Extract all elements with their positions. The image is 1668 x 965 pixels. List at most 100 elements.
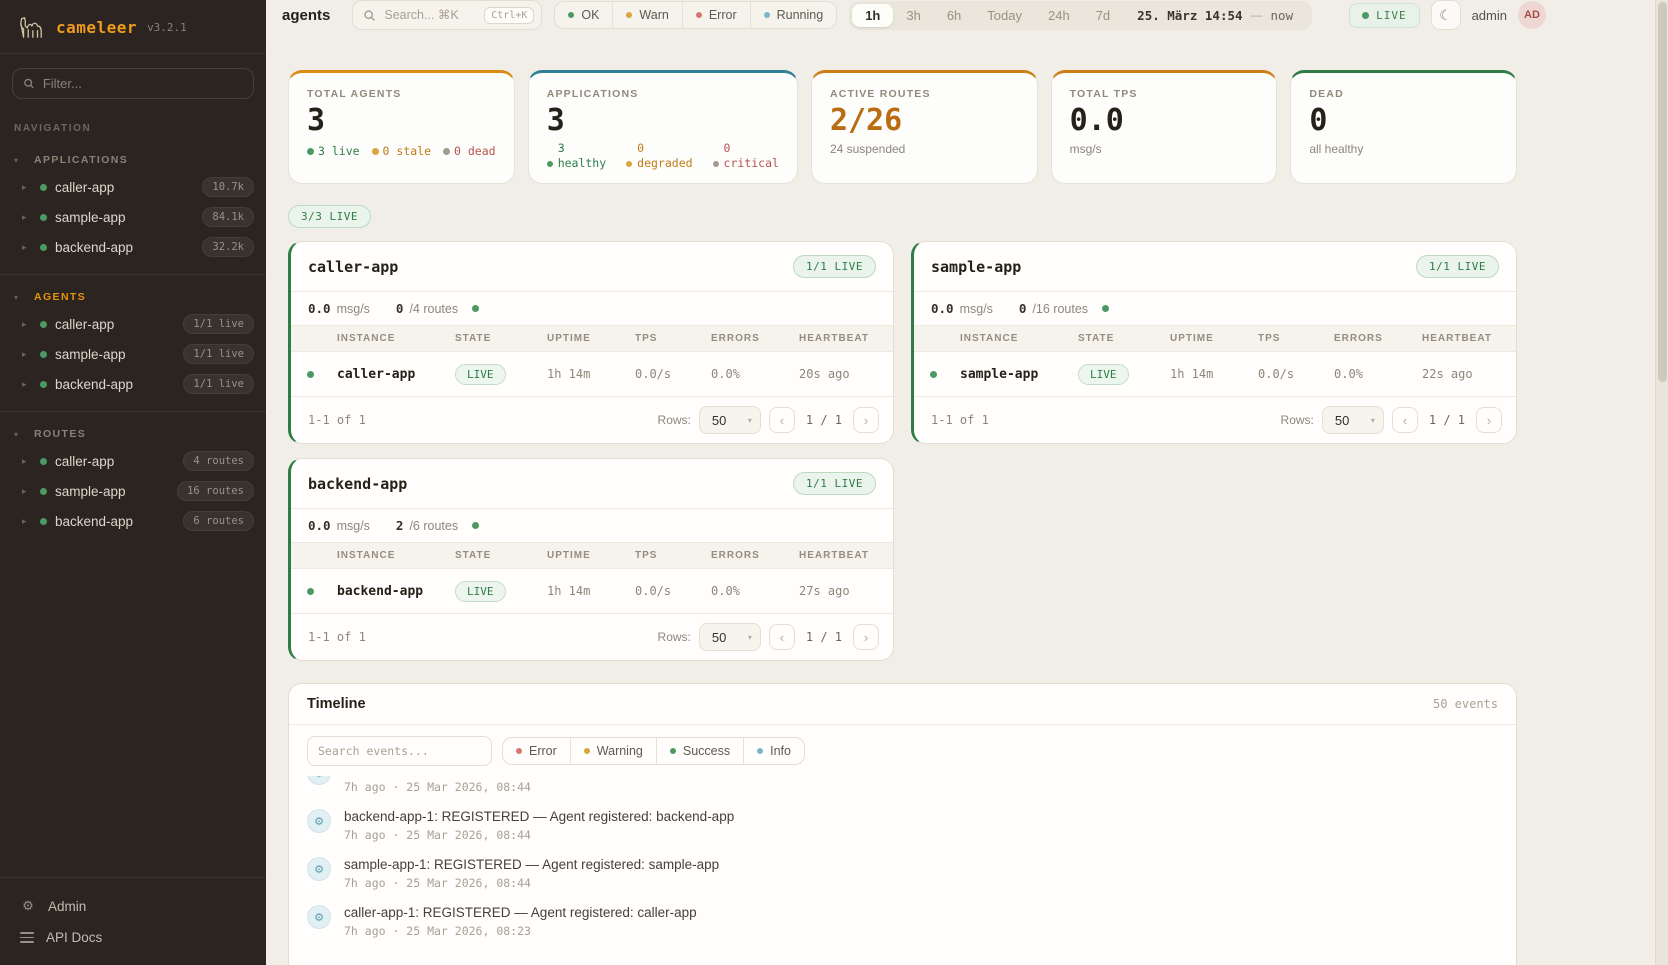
chevron-right-icon: ▸ (22, 319, 32, 330)
global-search[interactable]: Ctrl+K (352, 0, 542, 30)
app-stats: 0.0 msg/s 2 /6 routes (291, 508, 893, 542)
degraded-count: 0 (637, 141, 692, 156)
range-24h[interactable]: 24h (1035, 4, 1083, 27)
table-header: INSTANCE STATE UPTIME TPS ERRORS HEARTBE… (291, 325, 893, 352)
filter-error[interactable]: Error (503, 738, 570, 764)
sidebar-item-agent-backend[interactable]: ▸ backend-app 1/1 live (0, 369, 266, 399)
live-status-badge: LIVE (1349, 3, 1420, 28)
table-row[interactable]: sample-app LIVE 1h 14m 0.0/s 0.0% 22s ag… (914, 352, 1516, 396)
table-row[interactable]: caller-app LIVE 1h 14m 0.0/s 0.0% 20s ag… (291, 352, 893, 396)
tps-value: 0.0/s (1258, 367, 1334, 381)
msg-rate-value: 0.0 (931, 301, 954, 316)
filter-info[interactable]: Info (743, 738, 804, 764)
item-label: caller-app (55, 454, 175, 469)
sidebar-item-agent-caller[interactable]: ▸ caller-app 1/1 live (0, 309, 266, 339)
range-6h[interactable]: 6h (934, 4, 974, 27)
global-search-input[interactable] (384, 8, 476, 22)
item-label: caller-app (55, 180, 194, 195)
filter-label: Info (770, 744, 791, 758)
status-dot (930, 371, 937, 378)
section-header-agents[interactable]: ▾ AGENTS (0, 285, 266, 309)
card-breakdown: 3healthy 0degraded 0critical (547, 141, 779, 171)
range-3h[interactable]: 3h (893, 4, 933, 27)
scrollbar-thumb[interactable] (1658, 2, 1667, 382)
theme-toggle-button[interactable]: ☾ (1431, 0, 1461, 30)
sidebar-item-app-sample[interactable]: ▸ sample-app 84.1k (0, 202, 266, 232)
sidebar-item-app-caller[interactable]: ▸ caller-app 10.7k (0, 172, 266, 202)
chevron-right-icon: ▸ (22, 456, 32, 467)
event-item[interactable]: ⚙ caller-app-1: REGISTERED — Agent regis… (307, 776, 1498, 794)
table-row[interactable]: backend-app LIVE 1h 14m 0.0/s 0.0% 27s a… (291, 569, 893, 613)
col-errors: ERRORS (711, 550, 799, 561)
sidebar-item-api-docs[interactable]: API Docs (0, 922, 266, 953)
ok-dot (568, 12, 574, 18)
table-header: INSTANCE STATE UPTIME TPS ERRORS HEARTBE… (291, 542, 893, 569)
section-header-routes[interactable]: ▾ ROUTES (0, 422, 266, 446)
next-page-button[interactable]: › (853, 624, 879, 650)
sidebar-item-routes-caller[interactable]: ▸ caller-app 4 routes (0, 446, 266, 476)
filter-warning[interactable]: Warning (570, 738, 656, 764)
sidebar-item-app-backend[interactable]: ▸ backend-app 32.2k (0, 232, 266, 262)
event-item[interactable]: ⚙ sample-app-1: REGISTERED — Agent regis… (307, 857, 1498, 890)
app-logo-text: cameleer (56, 18, 137, 37)
timeline-events[interactable]: ⚙ caller-app-1: REGISTERED — Agent regis… (289, 776, 1516, 965)
sidebar-item-admin[interactable]: ⚙ Admin (0, 890, 266, 922)
range-7d[interactable]: 7d (1083, 4, 1123, 27)
event-item[interactable]: ⚙ caller-app-1: REGISTERED — Agent regis… (307, 905, 1498, 938)
col-uptime: UPTIME (547, 333, 635, 344)
date-range: 25. März 14:54 — now (1137, 8, 1293, 23)
success-dot (670, 748, 676, 754)
routes-used: 0 (1019, 301, 1027, 316)
filter-ok[interactable]: OK (555, 2, 612, 28)
live-dot (307, 148, 314, 155)
rows-per-page-select[interactable]: 50 ▾ (699, 406, 761, 434)
item-badge: 4 routes (183, 451, 254, 471)
card-applications: APPLICATIONS 3 3healthy 0degraded 0criti… (528, 70, 798, 184)
prev-page-button[interactable]: ‹ (769, 407, 795, 433)
chevron-down-icon: ▾ (14, 430, 24, 439)
event-item[interactable]: ⚙ backend-app-1: REGISTERED — Agent regi… (307, 809, 1498, 842)
timeline-search-input[interactable] (307, 736, 492, 766)
col-state: STATE (1078, 333, 1170, 344)
prev-page-button[interactable]: ‹ (1392, 407, 1418, 433)
sidebar-item-routes-sample[interactable]: ▸ sample-app 16 routes (0, 476, 266, 506)
filter-success[interactable]: Success (656, 738, 743, 764)
app-version: v3.2.1 (147, 21, 187, 34)
timeline-title: Timeline (307, 696, 366, 712)
prev-page-button[interactable]: ‹ (769, 624, 795, 650)
sidebar-filter-input[interactable] (43, 76, 243, 91)
range-today[interactable]: Today (974, 4, 1035, 27)
dead-dot (443, 148, 450, 155)
app-live-badge: 1/1 LIVE (793, 255, 876, 278)
status-dot (307, 371, 314, 378)
app-stats: 0.0 msg/s 0 /4 routes (291, 291, 893, 325)
username: admin (1472, 8, 1507, 23)
filter-error[interactable]: Error (682, 2, 750, 28)
app-card-sample: sample-app 1/1 LIVE 0.0 msg/s 0 /16 rout… (911, 241, 1517, 444)
page-scrollbar[interactable] (1655, 0, 1668, 965)
next-page-button[interactable]: › (853, 407, 879, 433)
sidebar-filter[interactable] (12, 68, 254, 99)
avatar[interactable]: AD (1518, 1, 1546, 29)
sidebar-item-agent-sample[interactable]: ▸ sample-app 1/1 live (0, 339, 266, 369)
range-1h[interactable]: 1h (852, 4, 893, 27)
warning-dot (584, 748, 590, 754)
filter-warn[interactable]: Warn (612, 2, 681, 28)
item-label: backend-app (55, 240, 194, 255)
rows-per-page-select[interactable]: 50 ▾ (699, 623, 761, 651)
item-badge: 32.2k (202, 237, 254, 257)
sidebar-item-routes-backend[interactable]: ▸ backend-app 6 routes (0, 506, 266, 536)
rows-per-page-select[interactable]: 50 ▾ (1322, 406, 1384, 434)
next-page-button[interactable]: › (1476, 407, 1502, 433)
topbar-right: LIVE ☾ admin AD (1349, 0, 1546, 30)
card-value: 0 (1309, 104, 1498, 137)
row-range: 1-1 of 1 (931, 413, 989, 427)
section-label: ROUTES (34, 428, 86, 440)
filter-label: Success (683, 744, 730, 758)
filter-running[interactable]: Running (750, 2, 837, 28)
event-timestamp: 7h ago · 25 Mar 2026, 08:44 (344, 828, 734, 842)
nav-section-label: NAVIGATION (0, 103, 266, 138)
item-badge: 6 routes (183, 511, 254, 531)
section-header-applications[interactable]: ▾ APPLICATIONS (0, 148, 266, 172)
status-dot (40, 518, 47, 525)
